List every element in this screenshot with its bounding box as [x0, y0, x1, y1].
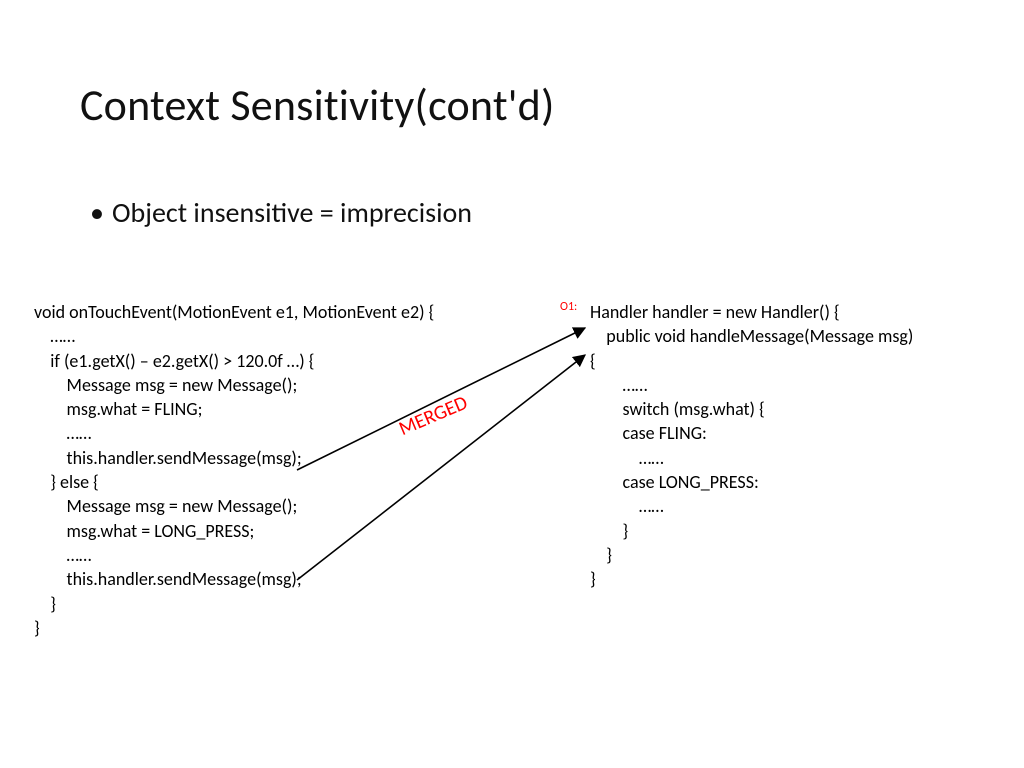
- code-block-right: Handler handler = new Handler() { public…: [590, 300, 917, 592]
- o1-label: O1:: [560, 300, 577, 314]
- bullet-point: Object insensitive = imprecision: [112, 195, 472, 230]
- slide-title: Context Sensitivity(cont'd): [80, 78, 555, 132]
- code-block-left: void onTouchEvent(MotionEvent e1, Motion…: [34, 300, 434, 640]
